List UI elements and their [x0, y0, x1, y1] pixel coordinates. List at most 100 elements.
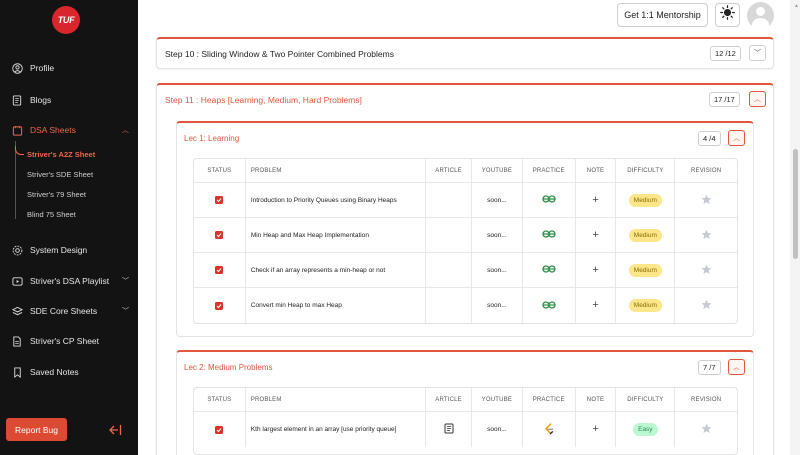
sub-item-a2z-sheet[interactable]: Striver's A2Z Sheet [27, 150, 95, 159]
status-checkbox[interactable] [215, 266, 224, 274]
column-header-problem: PROBLEM [246, 388, 427, 411]
scroll-up-arrow-icon[interactable]: ▲ [794, 3, 799, 9]
column-header-practice: PRACTICE [523, 159, 576, 182]
problem-name[interactable]: Kth largest element in an array [use pri… [246, 412, 427, 447]
step-10-panel[interactable]: Step 10 : Sliding Window & Two Pointer C… [156, 37, 774, 69]
sidebar-item-blogs[interactable]: Blogs [11, 94, 129, 106]
article-cell [426, 253, 472, 287]
add-note-icon[interactable]: + [592, 300, 598, 311]
sidebar-item-label: SDE Core Sheets [30, 306, 98, 316]
sidebar-item-system-design[interactable]: System Design [11, 244, 129, 256]
table-row: Check if an array represents a min-heap … [194, 253, 737, 288]
sidebar-item-dsa-playlist[interactable]: Striver's DSA Playlist ﹀ [11, 275, 129, 287]
lecture-title: Lec 2: Medium Problems [184, 363, 273, 372]
youtube-link: soon... [472, 412, 523, 447]
column-header-status: STATUS [194, 159, 246, 182]
difficulty-badge: Medium [628, 193, 662, 207]
collapse-toggle[interactable]: ︿ [728, 359, 745, 375]
leetcode-icon[interactable] [544, 422, 554, 437]
table-row: Convert min Heap to max Heap soon... + M… [194, 288, 737, 323]
star-icon[interactable] [701, 423, 712, 436]
status-checkbox[interactable] [215, 196, 224, 204]
column-header-revision: REVISION [690, 396, 722, 403]
step-title: Step 10 : Sliding Window & Two Pointer C… [165, 49, 394, 59]
progress-count: 17 /17 [709, 92, 740, 107]
avatar[interactable] [747, 2, 774, 29]
sub-item-sde-sheet[interactable]: Striver's SDE Sheet [27, 170, 93, 179]
chevron-up-icon: ︿ [122, 127, 129, 134]
star-icon[interactable] [701, 264, 712, 277]
problem-name[interactable]: Min Heap and Max Heap Implementation [246, 218, 427, 252]
difficulty-badge: Easy [633, 423, 658, 436]
add-note-icon[interactable]: + [592, 264, 598, 276]
table-header-row: STATUS PROBLEM ARTICLE YOUTUBE PRACTICE … [194, 159, 737, 183]
column-header-article: ARTICLE [426, 388, 472, 411]
youtube-link: soon... [472, 183, 523, 217]
article-cell [426, 218, 472, 252]
tuf-logo[interactable]: TUF [52, 6, 80, 34]
collapse-toggle[interactable]: ︿ [728, 130, 745, 146]
status-checkbox[interactable] [215, 425, 224, 434]
sidebar-item-label: Profile [30, 63, 55, 73]
sub-item-blind-75-sheet[interactable]: Blind 75 Sheet [27, 210, 76, 219]
article-cell [426, 288, 472, 323]
gfg-icon[interactable] [542, 300, 556, 311]
collapse-toggle[interactable]: ︿ [749, 91, 766, 107]
sidebar-item-label: Striver's DSA Playlist [30, 276, 110, 286]
sidebar-item-label: Blogs [30, 95, 52, 105]
youtube-link: soon... [472, 218, 523, 252]
sidebar-item-sde-core-sheets[interactable]: SDE Core Sheets ﹀ [11, 305, 129, 317]
problems-table: STATUS PROBLEM ARTICLE YOUTUBE PRACTICE … [193, 387, 738, 455]
article-cell [426, 183, 472, 217]
status-checkbox[interactable] [215, 301, 224, 310]
sidebar-item-dsa-sheets[interactable]: DSA Sheets ︿ [11, 124, 129, 136]
sub-item-79-sheet[interactable]: Striver's 79 Sheet [27, 190, 86, 199]
submenu-active-marker [15, 146, 24, 155]
gfg-icon[interactable] [542, 265, 556, 275]
gfg-icon[interactable] [542, 230, 556, 240]
scrollbar-thumb[interactable] [793, 149, 798, 259]
star-icon[interactable] [701, 194, 712, 207]
add-note-icon[interactable]: + [592, 424, 598, 435]
problem-name[interactable]: Check if an array represents a min-heap … [246, 253, 427, 287]
problem-name[interactable]: Convert min Heap to max Heap [246, 288, 427, 323]
youtube-link: soon... [472, 253, 523, 287]
article-icon[interactable] [444, 423, 454, 436]
column-header-revision: REVISION [690, 167, 722, 174]
bookmark-icon [11, 366, 23, 378]
sidebar-item-cp-sheet[interactable]: Striver's CP Sheet [11, 335, 129, 347]
column-header-article: ARTICLE [426, 159, 472, 182]
chevron-down-icon: ﹀ [122, 278, 129, 285]
expand-toggle[interactable]: ﹀ [749, 45, 766, 61]
column-header-difficulty: DIFFICULTY [616, 388, 676, 411]
column-header-problem: PROBLEM [246, 159, 427, 182]
sidebar-item-saved-notes[interactable]: Saved Notes [11, 366, 129, 378]
chevron-up-icon: ︿ [754, 96, 761, 103]
theme-toggle-button[interactable] [715, 3, 740, 27]
problem-name[interactable]: Introduction to Priority Queues using Bi… [246, 183, 427, 217]
add-note-icon[interactable]: + [592, 229, 598, 241]
sidebar-item-profile[interactable]: Profile [11, 62, 129, 74]
column-header-note: NOTE [576, 159, 617, 182]
step-title: Step 11 : Heaps [Learning, Medium, Hard … [165, 95, 362, 105]
column-header-practice: PRACTICE [523, 388, 576, 411]
column-header-youtube: YOUTUBE [472, 388, 523, 411]
problems-table: STATUS PROBLEM ARTICLE YOUTUBE PRACTICE … [193, 158, 738, 324]
sun-icon [720, 5, 735, 25]
avatar-head [756, 7, 765, 16]
status-checkbox[interactable] [215, 231, 224, 239]
progress-count: 4 /4 [698, 131, 721, 146]
sidebar-item-label: Saved Notes [30, 367, 79, 377]
sidebar-item-label: System Design [30, 245, 88, 255]
sidebar-item-label: DSA Sheets [30, 125, 76, 135]
star-icon[interactable] [701, 229, 712, 242]
progress-count: 7 /7 [698, 360, 721, 375]
collapse-sidebar-icon[interactable] [108, 424, 122, 439]
add-note-icon[interactable]: + [592, 194, 598, 206]
report-bug-button[interactable]: Report Bug [6, 418, 67, 441]
sidebar: TUF Profile Blogs DSA Sheets ︿ Striver's… [0, 0, 138, 455]
star-icon[interactable] [701, 299, 712, 312]
table-row: Kth largest element in an array [use pri… [194, 412, 737, 447]
mentorship-button[interactable]: Get 1:1 Mentorship [617, 3, 708, 27]
gfg-icon[interactable] [542, 195, 556, 205]
